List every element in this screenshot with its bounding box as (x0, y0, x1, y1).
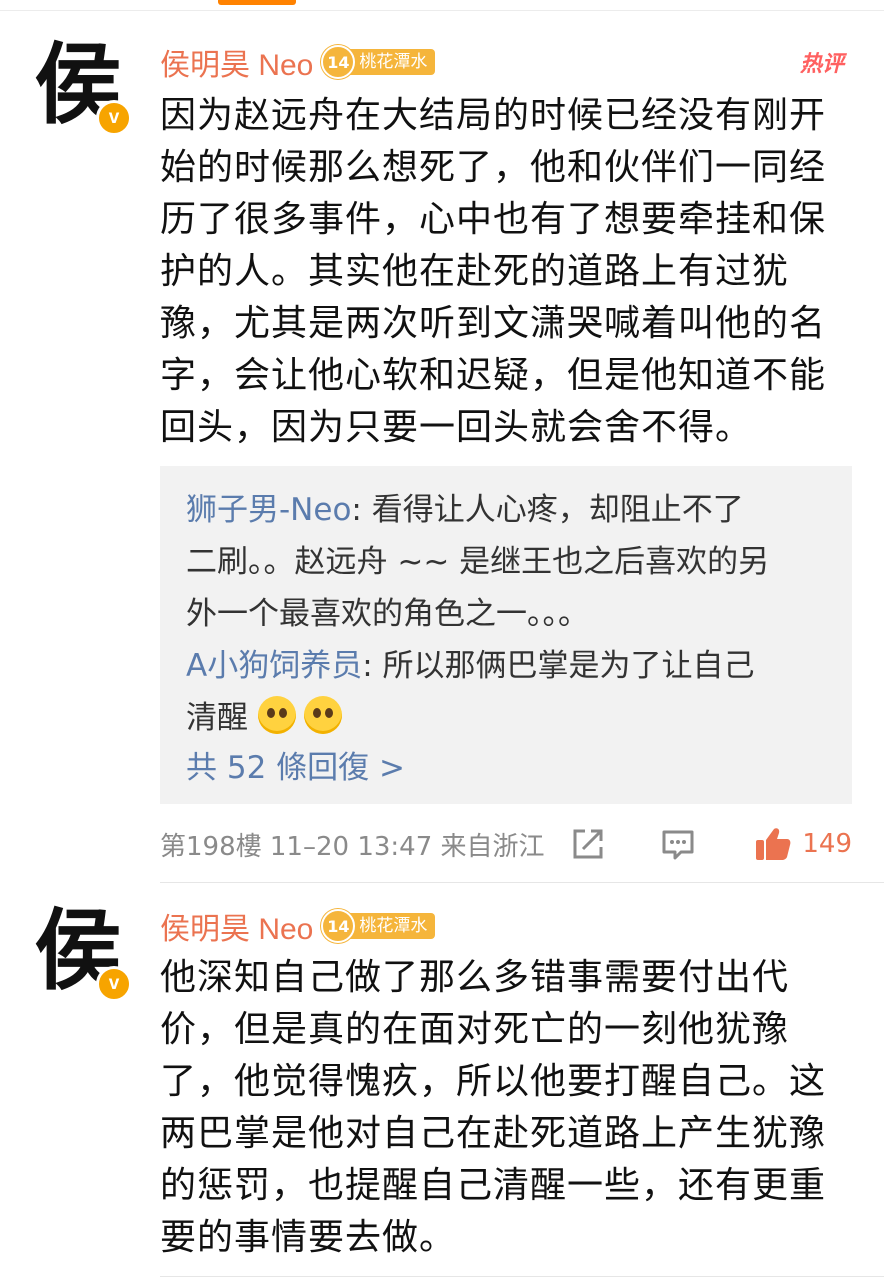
comment-header: 侯明昊 Neo 14 桃花潭水 (160, 40, 436, 84)
thumbs-up-icon (756, 828, 791, 860)
fan-group-name: 桃花潭水 (349, 913, 436, 939)
fan-group-name: 桃花潭水 (349, 49, 436, 75)
comment-line: 豫，尤其是两次听到文潇哭喊着叫他的名 (160, 303, 827, 344)
verified-badge-icon: v (96, 100, 132, 136)
comment-footer: 第198樓 11–20 13:47 来自浙江 149 (160, 824, 852, 864)
comment-line: 字，会让他心软和迟疑，但是他知道不能 (160, 355, 827, 396)
comment-line: 要的事情要去做。 (160, 1217, 457, 1258)
comment-line: 的惩罚，也提醒自己清醒一些，还有更重 (160, 1165, 827, 1206)
comment-header: 侯明昊 Neo 14 桃花潭水 (160, 904, 436, 948)
comment-separator (160, 1276, 884, 1277)
username[interactable]: 侯明昊 Neo (160, 40, 313, 84)
reply-text: 外一个最喜欢的角色之一。。。 (186, 596, 589, 632)
like-button[interactable]: 149 (754, 826, 852, 862)
avatar[interactable]: 侯 v (28, 34, 132, 142)
comment-meta: 第198樓 11–20 13:47 来自浙江 (160, 831, 545, 862)
comment-line: 始的时候那么想死了，他和伙伴们一同经 (160, 147, 827, 188)
comment-line: 了，他觉得愧疚，所以他要打醒自己。这 (160, 1061, 827, 1102)
username[interactable]: 侯明昊 Neo (160, 904, 313, 948)
comment-line: 历了很多事件，心中也有了想要牵挂和保 (160, 199, 827, 240)
reply-text: 二刷。。赵远舟 ~~ 是继王也之后喜欢的另 (186, 544, 770, 580)
comment-line: 两巴掌是他对自己在赴死道路上产生犹豫 (160, 1113, 827, 1154)
reply-item: 狮子男-Neo: 看得让人心疼，却阻止不了 二刷。。赵远舟 ~~ 是继王也之后喜… (186, 484, 826, 640)
view-all-replies-link[interactable]: 共 52 條回復 > (186, 742, 826, 794)
active-tab-indicator (218, 0, 296, 5)
comment-text: 因为赵远舟在大结局的时候已经没有刚开 始的时候那么想死了，他和伙伴们一同经 历了… (160, 90, 840, 454)
comment-button[interactable] (658, 824, 698, 864)
fan-level-badge[interactable]: 14 桃花潭水 (321, 45, 436, 79)
comment-text: 他深知自己做了那么多错事需要付出代 价，但是真的在面对死亡的一刻他犹豫 了，他觉… (160, 952, 840, 1264)
avatar[interactable]: 侯 v (28, 900, 132, 1008)
reply-preview-box[interactable]: 狮子男-Neo: 看得让人心疼，却阻止不了 二刷。。赵远舟 ~~ 是继王也之后喜… (160, 466, 852, 804)
like-count: 149 (802, 829, 852, 859)
divider (0, 10, 884, 11)
share-icon (573, 829, 603, 859)
reply-username[interactable]: 狮子男-Neo (186, 492, 351, 528)
reply-text: 所以那俩巴掌是为了让自己 (382, 648, 755, 684)
comment-line: 因为赵远舟在大结局的时候已经没有刚开 (160, 95, 827, 136)
verified-badge-icon: v (96, 966, 132, 1002)
reply-username[interactable]: A小狗饲养员 (186, 648, 362, 684)
comment-line: 价，但是真的在面对死亡的一刻他犹豫 (160, 1009, 790, 1050)
comment-icon (662, 830, 694, 860)
fan-level-badge[interactable]: 14 桃花潭水 (321, 909, 436, 943)
comment-line: 护的人。其实他在赴死的道路上有过犹 (160, 251, 790, 292)
reply-item: A小狗饲养员: 所以那俩巴掌是为了让自己 清醒 (186, 640, 826, 744)
reply-colon: : (362, 648, 383, 684)
comment-line: 他深知自己做了那么多错事需要付出代 (160, 957, 790, 998)
emoji-pleading-icon (303, 696, 342, 734)
hot-comment-label: 热评 (799, 52, 844, 77)
reply-text: 清醒 (186, 700, 248, 736)
reply-colon: : (351, 492, 372, 528)
comment-line: 回头，因为只要一回头就会舍不得。 (160, 407, 753, 448)
emoji-pleading-icon (257, 696, 296, 734)
reply-text: 看得让人心疼，却阻止不了 (371, 492, 744, 528)
comment-separator (160, 882, 884, 883)
share-button[interactable] (568, 824, 608, 864)
